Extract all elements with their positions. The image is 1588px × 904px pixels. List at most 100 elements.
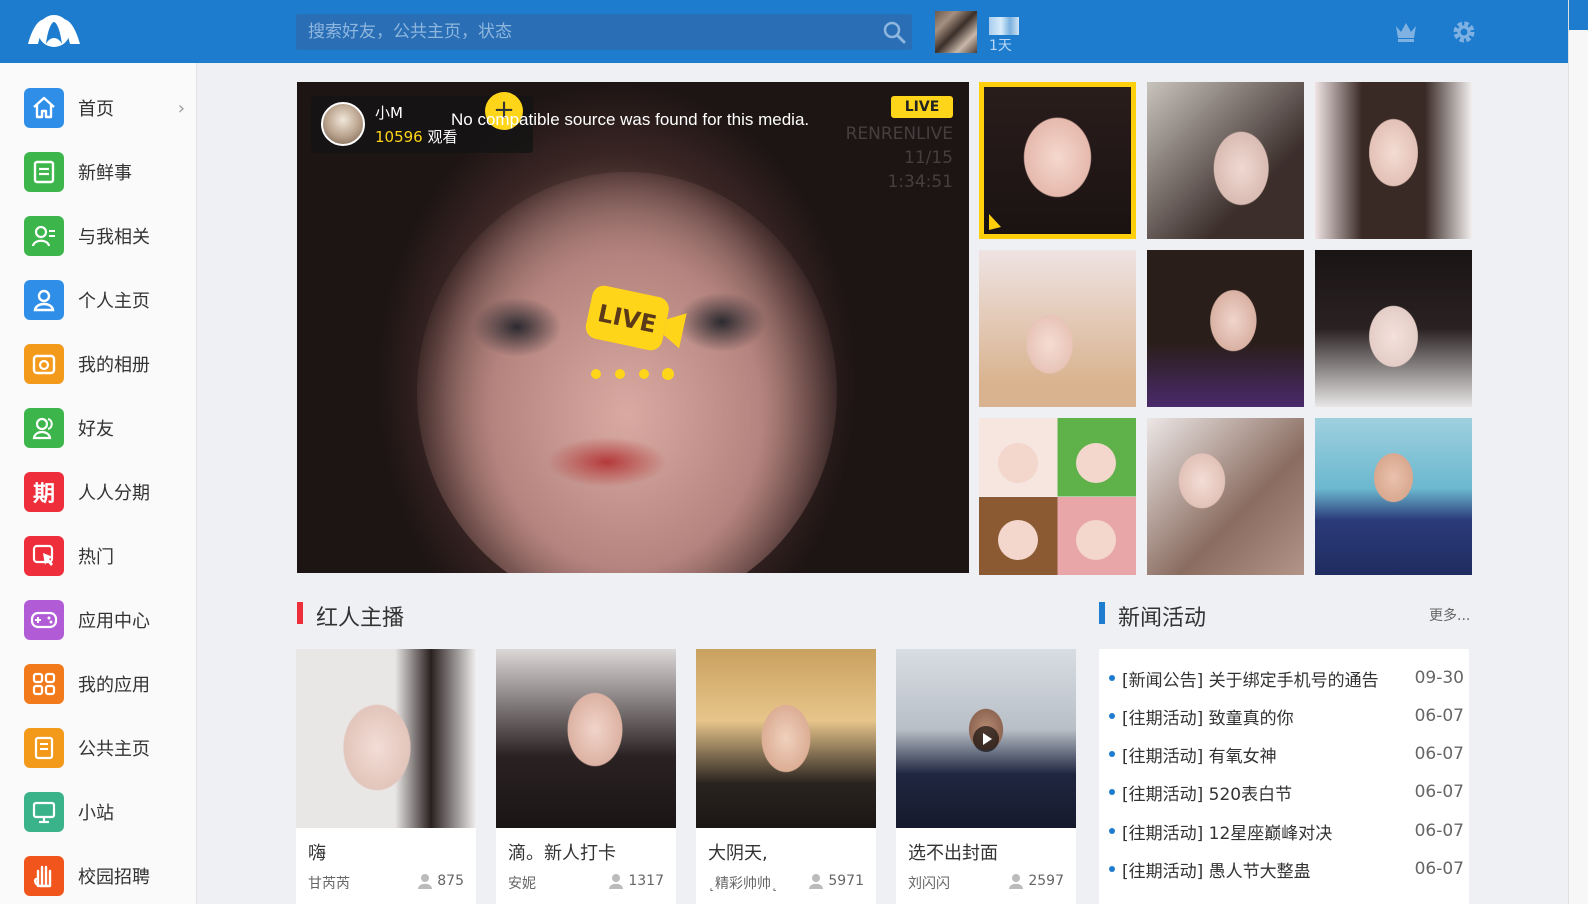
sidebar-item-label: 热门	[78, 547, 114, 568]
sidebar-item-label: 首页	[78, 99, 114, 120]
host-name: 小M	[375, 104, 403, 122]
public-page-icon	[24, 728, 64, 768]
sidebar-item-friends[interactable]: 好友	[24, 408, 189, 448]
search-input[interactable]	[296, 14, 876, 50]
sidebar-item-label: 个人主页	[78, 291, 150, 312]
person-icon	[1009, 874, 1024, 889]
live-tile[interactable]	[1147, 250, 1304, 407]
user-avatar[interactable]	[935, 11, 977, 53]
news-date: 06-07	[1414, 821, 1464, 841]
sidebar-item-label: 小站	[78, 803, 114, 824]
bullet-icon	[1109, 713, 1115, 719]
more-news-link[interactable]: 更多...	[1429, 605, 1470, 625]
sidebar-item-profile[interactable]: 个人主页	[24, 280, 189, 320]
anchor-card[interactable]: 嗨 甘芮芮 875	[296, 649, 476, 904]
news-list: [新闻公告] 关于绑定手机号的通告 09-30 [往期活动] 致童真的你 06-…	[1099, 649, 1469, 904]
live-tile[interactable]	[1147, 82, 1304, 239]
recruit-icon	[24, 856, 64, 896]
user-level-badge[interactable]	[989, 17, 1019, 35]
bullet-icon	[1109, 828, 1115, 834]
news-date: 06-07	[1414, 744, 1464, 764]
sidebar-item-label: 与我相关	[78, 227, 150, 248]
sidebar-item-label: 校园招聘	[78, 867, 150, 888]
album-icon	[24, 344, 64, 384]
news-title: [往期活动] 致童真的你	[1122, 708, 1294, 729]
sidebar: 首页 › 新鲜事 与我相关 个人主页 我的相册 好友 期 人人分期 热门 应用中…	[0, 63, 197, 904]
anchor-photo	[696, 649, 876, 828]
sidebar-item-label: 我的应用	[78, 675, 150, 696]
live-camera-icon: LIVE	[585, 285, 687, 380]
play-icon[interactable]	[972, 725, 1000, 753]
sidebar-item-public-page[interactable]: 公共主页	[24, 728, 189, 768]
user-day-label: 1天	[989, 38, 1012, 54]
news-item[interactable]: [新闻公告] 关于绑定手机号的通告 09-30	[1109, 663, 1464, 693]
news-title: [往期活动] 愚人节大整蛊	[1122, 861, 1311, 882]
news-item[interactable]: [往期活动] 有氧女神 06-07	[1109, 739, 1464, 769]
sidebar-item-label: 新鲜事	[78, 163, 132, 184]
news-date: 06-07	[1414, 859, 1464, 879]
apps-icon	[24, 664, 64, 704]
anchors-section-title: 红人主播	[316, 606, 405, 631]
section-accent-bar	[297, 602, 303, 624]
anchor-viewers: 5971	[808, 873, 864, 889]
bullet-icon	[1109, 866, 1115, 872]
anchor-name: 甘芮芮	[308, 876, 350, 892]
sidebar-item-home[interactable]: 首页 ›	[24, 88, 189, 128]
anchor-card[interactable]: 大阴天, ˛精彩帅帅˛ 5971	[696, 649, 876, 904]
search-icon[interactable]	[882, 20, 906, 44]
news-title: [新闻公告] 关于绑定手机号的通告	[1122, 670, 1379, 691]
live-badge: LIVE	[891, 96, 953, 118]
live-tile[interactable]	[1147, 418, 1304, 575]
anchor-card[interactable]: 选不出封面 刘闪闪 2597	[896, 649, 1076, 904]
person-icon	[418, 874, 433, 889]
bullet-icon	[1109, 789, 1115, 795]
installment-icon: 期	[24, 472, 64, 512]
sidebar-item-app-center[interactable]: 应用中心	[24, 600, 189, 640]
sidebar-item-hot[interactable]: 热门	[24, 536, 189, 576]
related-icon	[24, 216, 64, 256]
news-item[interactable]: [往期活动] 致童真的你 06-07	[1109, 701, 1464, 731]
anchor-photo	[896, 649, 1076, 828]
news-section-title: 新闻活动	[1118, 606, 1207, 631]
sidebar-item-related[interactable]: 与我相关	[24, 216, 189, 256]
sidebar-item-installment[interactable]: 期 人人分期	[24, 472, 189, 512]
sidebar-item-my-apps[interactable]: 我的应用	[24, 664, 189, 704]
sidebar-item-label: 公共主页	[78, 739, 150, 760]
scrollbar[interactable]	[1568, 0, 1588, 904]
news-date: 06-07	[1414, 706, 1464, 726]
anchor-title: 滴。新人打卡	[508, 843, 616, 864]
anchor-viewers: 2597	[1008, 873, 1064, 889]
host-avatar[interactable]	[321, 102, 365, 146]
live-tile[interactable]	[979, 418, 1136, 575]
search-box	[296, 14, 912, 50]
sidebar-item-recruit[interactable]: 校园招聘	[24, 856, 189, 896]
live-video-player[interactable]: RENRENLIVE 11/15 1:34:51 小M 10596 观看 + No…	[297, 82, 969, 573]
anchor-title: 大阴天,	[708, 843, 768, 864]
viewer-count: 10596 观看	[375, 128, 458, 146]
installment-glyph: 期	[32, 482, 55, 507]
news-date: 06-07	[1414, 782, 1464, 802]
sidebar-item-news-feed[interactable]: 新鲜事	[24, 152, 189, 192]
anchor-viewers: 875	[417, 873, 464, 889]
anchor-card[interactable]: 滴。新人打卡 安妮 1317	[496, 649, 676, 904]
sidebar-item-album[interactable]: 我的相册	[24, 344, 189, 384]
renren-logo[interactable]	[24, 14, 84, 48]
live-tile[interactable]	[979, 82, 1136, 239]
anchor-photo	[296, 649, 476, 828]
profile-icon	[24, 280, 64, 320]
news-item[interactable]: [往期活动] 520表白节 06-07	[1109, 777, 1464, 807]
sidebar-item-station[interactable]: 小站	[24, 792, 189, 832]
live-tile[interactable]	[1315, 250, 1472, 407]
news-item[interactable]: [往期活动] 12星座巅峰对决 06-07	[1109, 816, 1464, 846]
news-date: 09-30	[1414, 668, 1464, 688]
live-tile[interactable]	[1315, 418, 1472, 575]
anchor-viewers: 1317	[608, 873, 664, 889]
anchor-name: 刘闪闪	[908, 876, 950, 892]
bullet-icon	[1109, 751, 1115, 757]
media-error-message: No compatible source was found for this …	[451, 110, 810, 129]
live-tile[interactable]	[1315, 82, 1472, 239]
news-item[interactable]: [往期活动] 愚人节大整蛊 06-07	[1109, 854, 1464, 884]
live-tile[interactable]	[979, 250, 1136, 407]
crown-icon[interactable]	[1394, 20, 1418, 42]
gear-icon[interactable]	[1451, 19, 1477, 45]
